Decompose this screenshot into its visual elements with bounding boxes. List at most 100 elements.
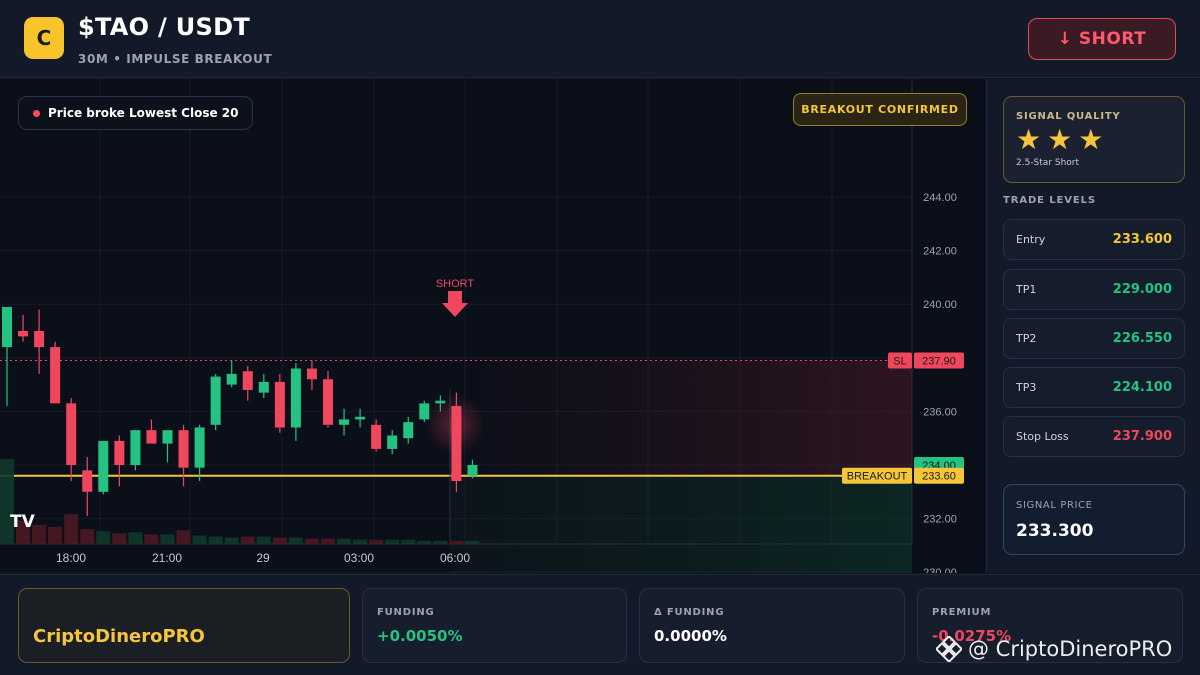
signal-price-card: SIGNAL PRICE 233.300 xyxy=(1003,484,1185,555)
candle-body xyxy=(194,427,205,468)
trade-level-name: TP1 xyxy=(1016,283,1037,296)
volume-bar xyxy=(385,539,400,544)
funding-card: FUNDING +0.0050% xyxy=(362,588,627,663)
watermark-text: @ CriptoDineroPRO xyxy=(968,637,1173,661)
x-tick-label: 06:00 xyxy=(440,551,470,565)
volume-bar xyxy=(160,534,175,544)
breakout-value: 233.60 xyxy=(922,471,956,483)
tradingview-logo-icon: TV xyxy=(10,512,36,532)
volume-bar xyxy=(80,529,95,544)
y-tick-label: 232.00 xyxy=(923,514,957,526)
candle-body xyxy=(290,368,301,428)
signal-quality-label: SIGNAL QUALITY xyxy=(1016,111,1121,122)
target-zone xyxy=(450,475,912,573)
volume-bar xyxy=(304,538,319,544)
candle-body xyxy=(258,381,269,393)
volume-bar xyxy=(112,533,127,544)
volume-bar xyxy=(353,539,368,544)
logo: C xyxy=(24,17,64,59)
candle-body xyxy=(403,422,414,439)
x-tick-label: 21:00 xyxy=(152,551,182,565)
candle-body xyxy=(387,435,398,449)
volume-bar xyxy=(449,540,464,544)
rating-stars: ★ ★ ★ xyxy=(1016,126,1103,154)
volume-bar xyxy=(224,537,239,544)
signal-tag-text: Price broke Lowest Close 20 xyxy=(48,106,239,120)
x-tick-label: 03:00 xyxy=(344,551,374,565)
short-arrow-icon xyxy=(442,291,468,317)
candle-body xyxy=(339,419,350,425)
y-tick-label: 240.00 xyxy=(923,299,957,311)
chart-area[interactable]: SHORT244.00242.00240.00238.00236.00234.0… xyxy=(0,79,985,607)
candle-body xyxy=(50,347,61,404)
premium-label: PREMIUM xyxy=(932,607,992,618)
candle-body xyxy=(66,403,77,465)
trade-level-stop-loss: Stop Loss 237.900 xyxy=(1003,416,1185,457)
signal-dot xyxy=(33,109,40,117)
brand-name: CriptoDineroPRO xyxy=(33,626,205,647)
watermark: @ CriptoDineroPRO xyxy=(936,636,1172,662)
pair-title: $TAO / USDT xyxy=(78,13,251,41)
candle-body xyxy=(242,371,253,390)
timeframe-subtitle: 30M • IMPULSE BREAKOUT xyxy=(78,52,273,66)
signal-quality-card: SIGNAL QUALITY ★ ★ ★ 2.5-Star Short xyxy=(1003,96,1185,183)
signal-price-value: 233.300 xyxy=(1016,521,1094,541)
candle-body xyxy=(355,416,366,420)
trade-level-name: TP3 xyxy=(1016,381,1037,394)
volume-bar xyxy=(144,534,159,544)
trade-level-value: 233.600 xyxy=(1112,232,1172,247)
volume-bar xyxy=(337,538,352,544)
trade-level-tp1: TP1 229.000 xyxy=(1003,269,1185,310)
header: C $TAO / USDT 30M • IMPULSE BREAKOUT ↓ S… xyxy=(0,0,1200,78)
trade-level-tp2: TP2 226.550 xyxy=(1003,318,1185,359)
brand-card: CriptoDineroPRO xyxy=(18,588,350,663)
volume-bar xyxy=(192,535,207,544)
trade-level-name: Entry xyxy=(1016,233,1046,246)
price-chart[interactable]: SHORT244.00242.00240.00238.00236.00234.0… xyxy=(0,79,985,607)
breakout-label: BREAKOUT xyxy=(847,471,908,483)
star-icon: ★ xyxy=(1047,123,1073,156)
binance-icon xyxy=(936,636,962,662)
candle-body xyxy=(82,470,93,492)
delta-funding-label: Δ FUNDING xyxy=(654,607,725,618)
short-marker-label: SHORT xyxy=(436,278,475,290)
candle-body xyxy=(98,440,109,492)
trade-level-entry: Entry 233.600 xyxy=(1003,219,1185,260)
delta-funding-value: 0.0000% xyxy=(654,627,727,645)
candle-body xyxy=(114,440,125,465)
volume-bar xyxy=(176,530,191,544)
trade-level-value: 229.000 xyxy=(1112,282,1172,297)
rating-caption: 2.5-Star Short xyxy=(1016,158,1080,168)
funding-value: +0.0050% xyxy=(377,627,463,645)
y-tick-label: 242.00 xyxy=(923,246,957,258)
volume-bar xyxy=(417,540,432,544)
short-button[interactable]: ↓ SHORT xyxy=(1028,18,1176,60)
sl-label: SL xyxy=(893,355,906,367)
trade-level-tp3: TP3 224.100 xyxy=(1003,367,1185,408)
candle-body xyxy=(306,368,317,380)
sl-value: 237.90 xyxy=(922,355,956,367)
volume-bar xyxy=(321,538,335,544)
volume-bar xyxy=(96,531,111,544)
candle-body xyxy=(323,379,333,425)
volume-bar xyxy=(288,537,303,544)
volume-bar xyxy=(401,539,416,544)
y-tick-label: 236.00 xyxy=(923,406,957,418)
trade-level-value: 237.900 xyxy=(1112,429,1172,444)
candle-body xyxy=(162,430,173,444)
candle-body xyxy=(210,376,221,425)
candle-body xyxy=(146,430,157,444)
star-icon: ★ xyxy=(1078,123,1104,156)
volume-bar xyxy=(64,514,79,544)
candle-body xyxy=(274,381,285,428)
volume-bar xyxy=(272,537,287,544)
candle-body xyxy=(34,331,45,348)
volume-bar xyxy=(465,540,480,544)
candle-body xyxy=(178,430,189,468)
trade-level-name: TP2 xyxy=(1016,332,1037,345)
candle-body xyxy=(371,424,382,449)
candle-body xyxy=(2,306,12,348)
funding-label: FUNDING xyxy=(377,607,435,618)
volume-bar xyxy=(208,536,223,544)
sidebar: SIGNAL QUALITY ★ ★ ★ 2.5-Star Short TRAD… xyxy=(986,79,1200,573)
